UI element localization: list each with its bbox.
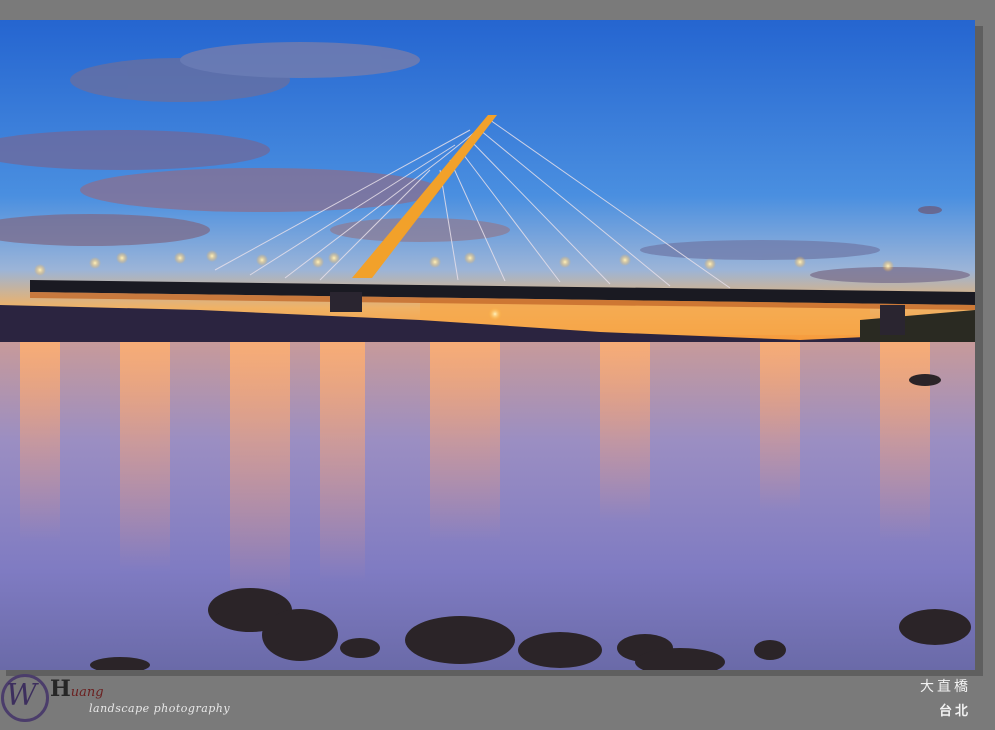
logo-mark-letters: H: [50, 676, 71, 702]
photographer-logo: W Huang landscape photography: [0, 672, 260, 730]
bridge-pier-right: [880, 305, 905, 335]
logo-mark-sub: uang: [70, 685, 104, 700]
logo-mark: Huang: [50, 676, 104, 702]
bridge-photo-svg: [0, 20, 975, 670]
logo-tagline: landscape photography: [89, 702, 231, 715]
photo-caption: 大直橋 台北: [920, 676, 971, 719]
caption-location: 台北: [938, 704, 971, 719]
caption-name: 大直橋: [920, 679, 971, 695]
bridge-pier: [330, 292, 362, 312]
frame-shadow-right: [975, 26, 983, 676]
logo-initial: W: [6, 678, 37, 713]
photo: [0, 20, 975, 670]
